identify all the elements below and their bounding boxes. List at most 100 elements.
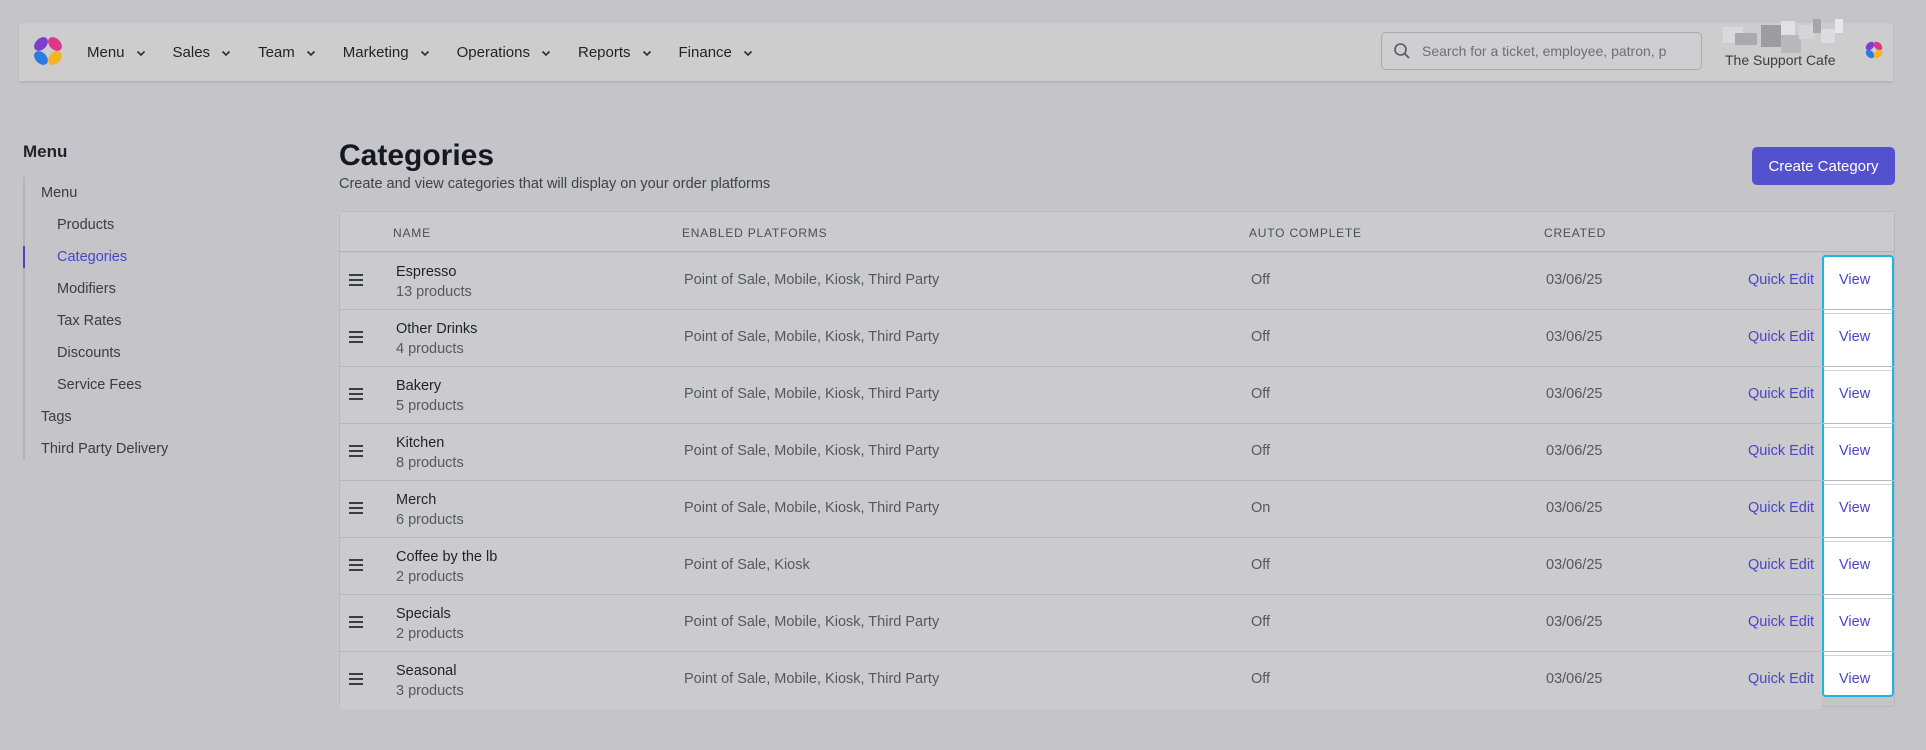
nav-item-team[interactable]: Team (258, 23, 317, 82)
quick-edit-link[interactable]: Quick Edit (1748, 329, 1814, 345)
created-date: 03/06/25 (1546, 500, 1603, 516)
category-name-cell: Other Drinks 4 products (396, 320, 477, 359)
view-link[interactable]: View (1839, 443, 1870, 459)
table-row: Kitchen 8 products Point of Sale, Mobile, … (340, 424, 1894, 481)
drag-handle-icon[interactable] (348, 558, 364, 572)
category-product-count: 13 products (396, 284, 472, 300)
create-category-button[interactable]: Create Category (1752, 147, 1895, 185)
nav-item-label: Reports (577, 44, 631, 61)
quick-edit-link[interactable]: Quick Edit (1748, 500, 1814, 516)
sidebar-item-modifiers[interactable]: Modifiers (23, 273, 283, 305)
quick-edit-link[interactable]: Quick Edit (1748, 671, 1814, 687)
column-header-created[interactable]: CREATED (1544, 226, 1606, 240)
category-name: Kitchen (396, 435, 445, 451)
sidebar-item-categories[interactable]: Categories (23, 241, 283, 273)
drag-handle-icon[interactable] (348, 672, 364, 686)
view-link[interactable]: View (1839, 557, 1870, 573)
drag-handle-icon[interactable] (348, 330, 364, 344)
nav-item-label: Sales (172, 44, 211, 61)
view-link[interactable]: View (1839, 500, 1870, 516)
nav-item-sales[interactable]: Sales (173, 23, 233, 82)
nav-item-label: Marketing (342, 44, 409, 61)
sidebar-list: Menu Products Categories Modifiers Tax R… (23, 177, 283, 465)
category-name-cell: Merch 6 products (396, 491, 464, 530)
category-product-count: 6 products (396, 512, 464, 528)
app-logo-icon[interactable] (29, 32, 67, 70)
view-link[interactable]: View (1839, 614, 1870, 630)
drag-handle-icon[interactable] (348, 444, 364, 458)
drag-handle-icon[interactable] (348, 273, 364, 287)
sidebar-item-tax-rates[interactable]: Tax Rates (23, 305, 283, 337)
chevron-down-icon (642, 50, 651, 56)
search-box[interactable] (1381, 32, 1702, 70)
chevron-down-icon (541, 50, 551, 56)
auto-complete-status: Off (1251, 329, 1271, 345)
org-switcher[interactable]: The Support Cafe (1723, 19, 1893, 82)
created-date: 03/06/25 (1546, 329, 1603, 345)
org-name: The Support Cafe (1725, 52, 1836, 68)
sidebar-item-service-fees[interactable]: Service Fees (23, 369, 283, 401)
sidebar: Menu Menu Products Categories Modifiers … (23, 142, 283, 460)
sidebar-title: Menu (23, 142, 68, 161)
table-header: NAME ENABLED PLATFORMS AUTO COMPLETE CRE… (340, 212, 1894, 252)
category-name-cell: Coffee by the lb 2 products (396, 548, 497, 587)
nav-item-marketing[interactable]: Marketing (343, 23, 431, 82)
category-name: Merch (396, 492, 437, 508)
drag-handle-icon[interactable] (348, 501, 364, 515)
column-header-name[interactable]: NAME (393, 226, 431, 240)
chevron-down-icon (743, 50, 752, 56)
view-link[interactable]: View (1839, 386, 1870, 402)
auto-complete-status: On (1251, 500, 1271, 516)
view-link[interactable]: View (1839, 272, 1870, 288)
quick-edit-link[interactable]: Quick Edit (1748, 557, 1814, 573)
drag-handle-icon[interactable] (348, 615, 364, 629)
nav-item-label: Finance (678, 44, 732, 61)
sidebar-item-discounts[interactable]: Discounts (23, 337, 283, 369)
category-product-count: 2 products (396, 626, 464, 642)
category-name-cell: Seasonal 3 products (396, 662, 464, 701)
enabled-platforms: Point of Sale, Mobile, Kiosk, Third Part… (684, 386, 940, 402)
enabled-platforms: Point of Sale, Mobile, Kiosk, Third Part… (684, 500, 940, 516)
nav-item-menu[interactable]: Menu (87, 23, 147, 82)
category-product-count: 8 products (396, 455, 464, 471)
created-date: 03/06/25 (1546, 443, 1603, 459)
sidebar-item-products[interactable]: Products (23, 209, 283, 241)
column-header-platforms[interactable]: ENABLED PLATFORMS (682, 226, 827, 240)
category-name-cell: Kitchen 8 products (396, 434, 464, 473)
chevron-down-icon (136, 50, 145, 56)
view-link[interactable]: View (1839, 329, 1870, 345)
auto-complete-status: Off (1251, 671, 1271, 687)
table-row: Other Drinks 4 products Point of Sale, Mob… (340, 310, 1894, 367)
category-name: Coffee by the lb (396, 549, 498, 565)
column-header-auto-complete[interactable]: AUTO COMPLETE (1249, 226, 1362, 240)
sidebar-item-tags[interactable]: Tags (23, 401, 283, 433)
created-date: 03/06/25 (1546, 557, 1603, 573)
quick-edit-link[interactable]: Quick Edit (1748, 614, 1814, 630)
created-date: 03/06/25 (1546, 614, 1603, 630)
search-icon (1394, 43, 1410, 59)
category-name: Specials (396, 606, 451, 622)
enabled-platforms: Point of Sale, Mobile, Kiosk, Third Part… (684, 443, 940, 459)
created-date: 03/06/25 (1546, 272, 1603, 288)
sidebar-item-menu[interactable]: Menu (23, 177, 283, 209)
nav-item-operations[interactable]: Operations (457, 23, 552, 82)
sidebar-item-third-party-delivery[interactable]: Third Party Delivery (23, 433, 283, 465)
view-link[interactable]: View (1839, 671, 1870, 687)
nav-item-finance[interactable]: Finance (679, 23, 754, 82)
category-name: Other Drinks (396, 321, 478, 337)
table-row: Seasonal 3 products Point of Sale, Mobile,… (340, 652, 1894, 709)
search-input[interactable] (1422, 43, 1690, 59)
nav-item-reports[interactable]: Reports (578, 23, 653, 82)
nav-item-label: Team (258, 44, 295, 61)
enabled-platforms: Point of Sale, Kiosk (684, 557, 810, 573)
drag-handle-icon[interactable] (348, 387, 364, 401)
table-row: Specials 2 products Point of Sale, Mobile,… (340, 595, 1894, 652)
enabled-platforms: Point of Sale, Mobile, Kiosk, Third Part… (684, 272, 940, 288)
auto-complete-status: Off (1251, 272, 1271, 288)
auto-complete-status: Off (1251, 443, 1271, 459)
quick-edit-link[interactable]: Quick Edit (1748, 272, 1814, 288)
quick-edit-link[interactable]: Quick Edit (1748, 443, 1814, 459)
category-product-count: 3 products (396, 683, 464, 699)
quick-edit-link[interactable]: Quick Edit (1748, 386, 1814, 402)
page-subtitle: Create and view categories that will dis… (339, 176, 771, 192)
